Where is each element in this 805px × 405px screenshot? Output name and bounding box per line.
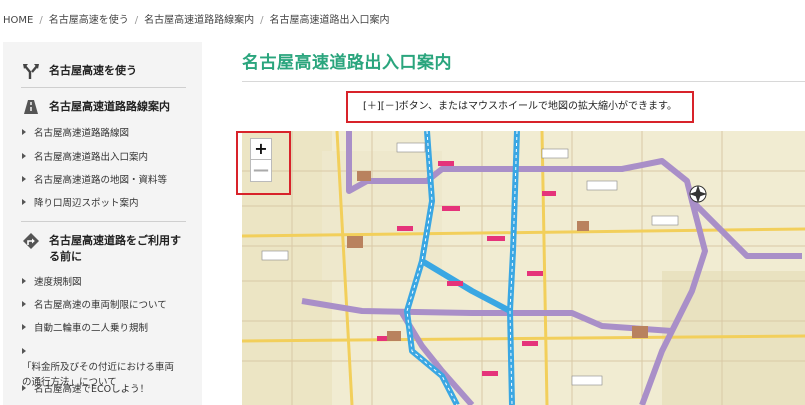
bullet-icon xyxy=(22,176,26,182)
road-icon xyxy=(24,100,38,114)
zoom-in-button[interactable]: + xyxy=(250,138,272,160)
sidebar-item-eco[interactable]: 名古屋高速でECOしよう！ xyxy=(22,382,192,397)
sidebar-section-route-label: 名古屋高速道路路線案内 xyxy=(49,100,170,113)
sidebar-divider xyxy=(21,221,186,222)
breadcrumb: HOME / 名古屋高速を使う / 名古屋高速道路路線案内 / 名古屋高速道路出入口案内 xyxy=(3,15,390,26)
sidebar-item-motorcycle[interactable]: 自動二輪車の二人乗り規制 xyxy=(22,321,192,336)
bullet-icon xyxy=(22,153,26,159)
sidebar-section-before-use-label: 名古屋高速道路をご利用す る前に xyxy=(49,234,181,263)
expressway-map[interactable] xyxy=(242,131,805,405)
sidebar-item-entrances[interactable]: 名古屋高速道路出入口案内 xyxy=(22,150,192,165)
sidebar-item-spots[interactable]: 降り口周辺スポット案内 xyxy=(22,196,192,211)
page-title: 名古屋高速道路出入口案内 xyxy=(242,53,452,73)
bullet-icon xyxy=(22,129,26,135)
bullet-icon xyxy=(22,348,26,354)
turn-arrow-icon xyxy=(23,233,39,249)
title-divider xyxy=(242,81,805,82)
branch-arrow-icon xyxy=(23,64,39,79)
bullet-icon xyxy=(22,385,26,391)
bullet-icon xyxy=(22,199,26,205)
sidebar-section-use[interactable]: 名古屋高速を使う xyxy=(23,63,137,79)
breadcrumb-route[interactable]: 名古屋高速道路路線案内 xyxy=(144,15,254,26)
sidebar-section-before-use[interactable]: 名古屋高速道路をご利用す る前に xyxy=(23,233,181,265)
breadcrumb-current: 名古屋高速道路出入口案内 xyxy=(269,15,390,26)
bullet-icon xyxy=(22,324,26,330)
bullet-icon xyxy=(22,278,26,284)
sidebar-item-vehicle-limits[interactable]: 名古屋高速の車両制限について xyxy=(22,298,192,313)
sidebar-item-route-map[interactable]: 名古屋高速道路路線図 xyxy=(22,126,192,141)
sidebar-section-route[interactable]: 名古屋高速道路路線案内 xyxy=(23,99,170,115)
zoom-out-button[interactable]: — xyxy=(250,160,272,182)
breadcrumb-home[interactable]: HOME xyxy=(3,15,33,26)
sidebar-section-use-label: 名古屋高速を使う xyxy=(49,64,137,77)
zoom-instruction: [＋][－]ボタン、またはマウスホイールで地図の拡大縮小ができます。 xyxy=(346,91,694,123)
sidebar-item-maps[interactable]: 名古屋高速道路の地図・資料等 xyxy=(22,173,192,188)
sidebar-divider xyxy=(21,87,186,88)
sidebar-item-speed[interactable]: 速度規制図 xyxy=(22,275,192,290)
sidebar: 名古屋高速を使う 名古屋高速道路路線案内 名古屋高速道路路線図 名古屋高速道路出… xyxy=(3,42,202,405)
map-canvas[interactable] xyxy=(242,131,805,405)
breadcrumb-use[interactable]: 名古屋高速を使う xyxy=(49,15,129,26)
bullet-icon xyxy=(22,301,26,307)
